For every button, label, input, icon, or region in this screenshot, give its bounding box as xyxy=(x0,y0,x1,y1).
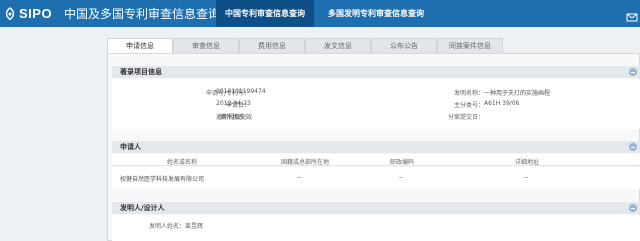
site-title: 中国及多国专利审查信息查询 xyxy=(64,7,221,21)
mail-icon[interactable] xyxy=(626,8,638,22)
top-header: SIPO 中国及多国专利审查信息查询 中国专利审查信息查询 多国发明专利审查信息… xyxy=(0,0,640,27)
subtab-dispatch-info[interactable]: 发文信息 xyxy=(305,38,371,53)
applicant-postcode-cell: -- xyxy=(399,174,404,181)
sipo-logo[interactable]: SIPO xyxy=(4,4,52,23)
invention-name-value: 一种用于夫灯的实施画程 xyxy=(484,90,551,97)
case-status-value: 逾期视撤失效 xyxy=(216,114,253,121)
app-no-value: 2012101199474 xyxy=(216,88,266,95)
sipo-logo-icon xyxy=(4,6,16,21)
column-header: 详细地址 xyxy=(514,159,539,166)
bibliographic-header[interactable]: 著录项目信息 xyxy=(112,66,640,78)
logo-text: SIPO xyxy=(19,6,53,21)
inventor-title: 发明人/设计人 xyxy=(120,204,165,212)
nav-tab-china-patent[interactable]: 中国专利审查信息查询 xyxy=(216,0,314,27)
subtab-family-cases[interactable]: 同族案件信息 xyxy=(437,38,503,53)
applicant-table-header: 姓名或名称 国籍或总部所在地 邮政编码 详细地址 xyxy=(112,154,640,166)
subtab-examination-info[interactable]: 审查信息 xyxy=(173,38,239,53)
inventor-name-value: 束昱辉 xyxy=(185,223,204,230)
subtab-publication[interactable]: 公布公告 xyxy=(371,38,437,53)
bibliographic-title: 著录项目信息 xyxy=(120,68,162,76)
column-header: 邮政编码 xyxy=(389,159,414,166)
subtab-fee-info[interactable]: 费用信息 xyxy=(239,38,305,53)
subtab-application-info[interactable]: 申请信息 xyxy=(107,38,173,54)
collapse-icon[interactable] xyxy=(629,204,637,212)
main-class-label: 主分类号： xyxy=(453,102,484,109)
main-class-value: A61H 39/06 xyxy=(484,100,520,107)
inventor-body: 发明人姓名： 束昱辉 xyxy=(112,215,640,241)
table-row: 权健自然医学科技发展有限公司 -- -- -- xyxy=(112,167,640,189)
applicant-nationality-cell: -- xyxy=(297,174,302,181)
collapse-icon[interactable] xyxy=(629,143,637,151)
applicant-title: 申请人 xyxy=(120,143,141,151)
division-label: 分案提交日： xyxy=(447,114,484,121)
inventor-name-label: 发明人姓名： xyxy=(148,223,185,230)
inventor-header[interactable]: 发明人/设计人 xyxy=(112,202,640,214)
collapse-icon[interactable] xyxy=(629,68,637,76)
applicant-name-cell: 权健自然医学科技发展有限公司 xyxy=(120,176,205,183)
applicant-address-cell: -- xyxy=(524,174,529,181)
nav-tab-multi-country[interactable]: 多国发明专利审查信息查询 xyxy=(314,0,438,27)
app-date-value: 2012-04-23 xyxy=(216,100,251,107)
column-header: 姓名或名称 xyxy=(166,159,197,166)
invention-name-label: 发明名称： xyxy=(453,90,484,97)
applicant-header[interactable]: 申请人 xyxy=(112,141,640,153)
info-subtabs: 申请信息 审查信息 费用信息 发文信息 公布公告 同族案件信息 xyxy=(107,38,507,54)
column-header: 国籍或总部所在地 xyxy=(280,159,329,166)
content-panel: 著录项目信息 申请号/专利号： 2012101199474 申请日： 2012-… xyxy=(107,53,640,241)
